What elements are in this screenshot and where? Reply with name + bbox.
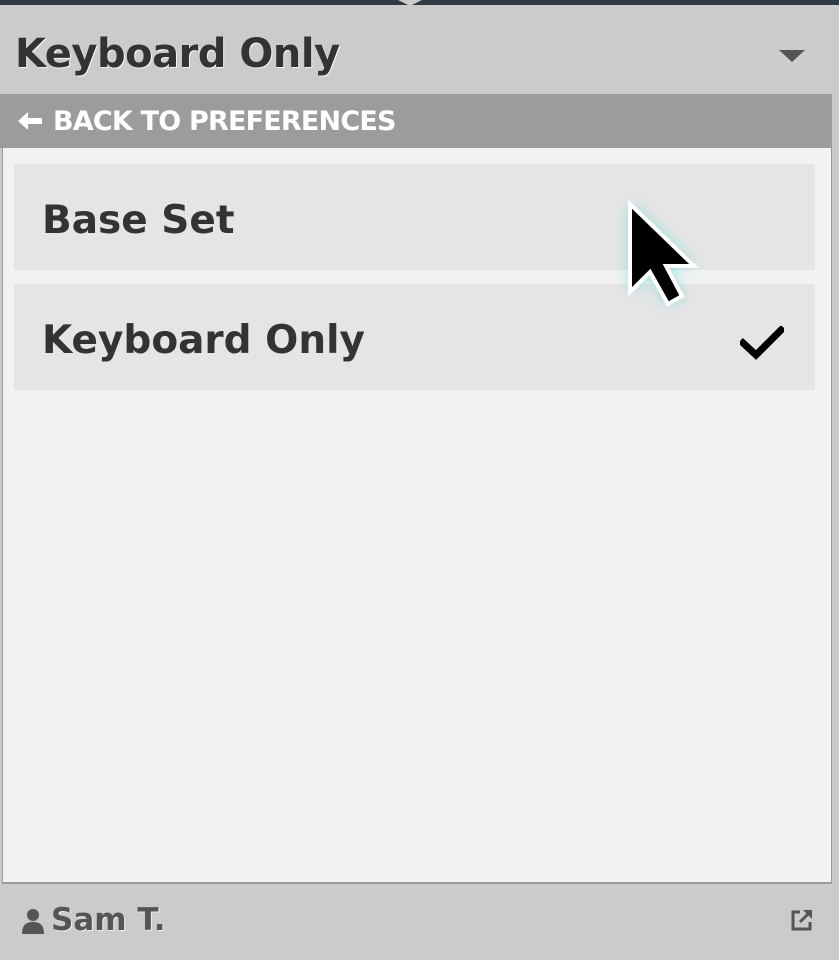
option-label: Keyboard Only — [42, 318, 365, 363]
footer-bar: Sam T. — [0, 884, 839, 960]
option-keyboard-only[interactable]: Keyboard Only — [14, 284, 815, 390]
arrow-left-icon — [18, 112, 42, 130]
back-to-preferences-label: BACK TO PREFERENCES — [53, 106, 396, 137]
back-to-preferences-button[interactable]: BACK TO PREFERENCES — [0, 94, 832, 148]
checkmark-icon — [740, 326, 784, 360]
chevron-down-icon — [779, 50, 805, 62]
external-link-icon[interactable] — [790, 908, 814, 932]
page-title: Keyboard Only — [15, 31, 340, 77]
option-label: Base Set — [42, 198, 235, 243]
profile-options-list: Base Set Keyboard Only — [2, 148, 832, 884]
user-icon — [22, 909, 44, 934]
option-base-set[interactable]: Base Set — [14, 164, 815, 270]
user-name: Sam T. — [51, 902, 166, 938]
preferences-header: Keyboard Only — [0, 5, 839, 94]
panel-right-edge — [832, 94, 839, 884]
profile-dropdown-button[interactable] — [772, 41, 812, 71]
